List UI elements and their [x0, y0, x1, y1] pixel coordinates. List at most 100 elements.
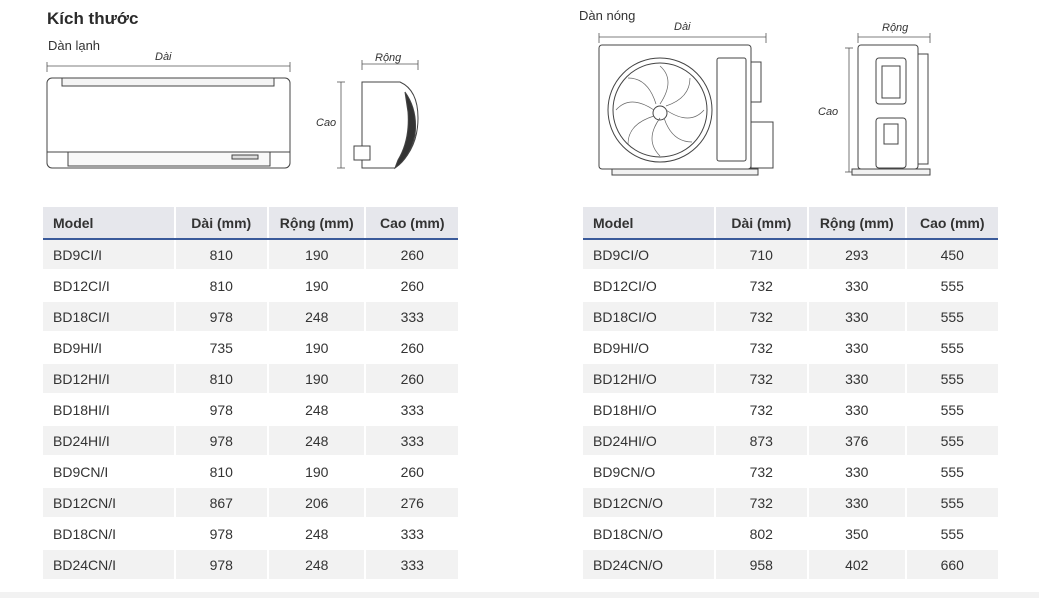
width-cell: 350: [807, 518, 906, 550]
header-length: Dài (mm): [173, 207, 268, 240]
height-cell: 333: [364, 301, 458, 333]
table-header-row: Model Dài (mm) Rộng (mm) Cao (mm): [583, 207, 998, 240]
model-cell: BD18CI/O: [583, 301, 715, 333]
table-row: BD24HI/I 978 248 333: [43, 425, 458, 457]
table-row: BD12CI/O 732 330 555: [583, 270, 998, 302]
height-cell: 555: [904, 518, 998, 550]
length-cell: 735: [173, 332, 268, 364]
table-row: BD18HI/I 978 248 333: [43, 394, 458, 426]
length-cell: 732: [713, 363, 809, 395]
footer-divider: [0, 592, 1039, 598]
table-row: BD18CN/O 802 350 555: [583, 518, 998, 550]
model-cell: BD18CI/I: [43, 301, 175, 333]
model-cell: BD24CN/O: [583, 549, 715, 581]
length-cell: 810: [173, 239, 268, 271]
height-cell: 333: [364, 425, 458, 457]
width-cell: 330: [807, 363, 906, 395]
length-cell: 978: [173, 549, 268, 581]
model-cell: BD18HI/I: [43, 394, 175, 426]
length-cell: 810: [173, 270, 268, 302]
width-cell: 190: [266, 456, 366, 488]
length-cell: 867: [173, 487, 268, 519]
model-cell: BD9HI/O: [583, 332, 715, 364]
height-cell: 450: [904, 239, 998, 271]
table-row: BD9CN/O 732 330 555: [583, 456, 998, 488]
header-width: Rộng (mm): [807, 207, 906, 240]
width-cell: 248: [266, 518, 366, 550]
model-cell: BD12CN/I: [43, 487, 175, 519]
height-cell: 333: [364, 549, 458, 581]
table-row: BD18HI/O 732 330 555: [583, 394, 998, 426]
model-cell: BD9CN/O: [583, 456, 715, 488]
length-cell: 732: [713, 456, 809, 488]
width-cell: 190: [266, 239, 366, 271]
model-cell: BD9HI/I: [43, 332, 175, 364]
table-row: BD18CN/I 978 248 333: [43, 518, 458, 550]
width-cell: 330: [807, 394, 906, 426]
width-cell: 248: [266, 425, 366, 457]
header-model: Model: [583, 207, 715, 240]
width-cell: 330: [807, 270, 906, 302]
height-cell: 333: [364, 518, 458, 550]
model-cell: BD9CI/O: [583, 239, 715, 271]
model-cell: BD24CN/I: [43, 549, 175, 581]
height-cell: 276: [364, 487, 458, 519]
width-cell: 206: [266, 487, 366, 519]
table-row: BD12CN/O 732 330 555: [583, 487, 998, 519]
indoor-dimensions-table: Model Dài (mm) Rộng (mm) Cao (mm) BD9CI/…: [43, 207, 458, 581]
height-cell: 260: [364, 332, 458, 364]
width-cell: 330: [807, 487, 906, 519]
length-cell: 978: [173, 301, 268, 333]
length-cell: 810: [173, 456, 268, 488]
length-cell: 802: [713, 518, 809, 550]
model-cell: BD12CN/O: [583, 487, 715, 519]
header-model: Model: [43, 207, 175, 240]
model-cell: BD18HI/O: [583, 394, 715, 426]
height-cell: 260: [364, 363, 458, 395]
width-cell: 248: [266, 394, 366, 426]
table-row: BD9CI/I 810 190 260: [43, 239, 458, 271]
height-cell: 555: [904, 487, 998, 519]
model-cell: BD12HI/O: [583, 363, 715, 395]
height-cell: 260: [364, 456, 458, 488]
height-cell: 555: [904, 394, 998, 426]
model-cell: BD18CN/O: [583, 518, 715, 550]
height-cell: 555: [904, 456, 998, 488]
table-header-row: Model Dài (mm) Rộng (mm) Cao (mm): [43, 207, 458, 240]
header-width: Rộng (mm): [266, 207, 366, 240]
table-row: BD9CN/I 810 190 260: [43, 456, 458, 488]
model-cell: BD18CN/I: [43, 518, 175, 550]
width-cell: 402: [807, 549, 906, 581]
model-cell: BD9CI/I: [43, 239, 175, 271]
table-row: BD24CN/O 958 402 660: [583, 549, 998, 581]
table-row: BD9HI/I 735 190 260: [43, 332, 458, 364]
height-cell: 555: [904, 425, 998, 457]
table-row: BD18CI/I 978 248 333: [43, 301, 458, 333]
length-cell: 873: [713, 425, 809, 457]
table-row: BD18CI/O 732 330 555: [583, 301, 998, 333]
width-cell: 190: [266, 363, 366, 395]
height-cell: 555: [904, 301, 998, 333]
model-cell: BD12CI/I: [43, 270, 175, 302]
length-cell: 978: [173, 425, 268, 457]
table-row: BD9HI/O 732 330 555: [583, 332, 998, 364]
table-row: BD9CI/O 710 293 450: [583, 239, 998, 271]
width-cell: 330: [807, 456, 906, 488]
table-row: BD12CI/I 810 190 260: [43, 270, 458, 302]
table-row: BD12HI/O 732 330 555: [583, 363, 998, 395]
length-cell: 978: [173, 518, 268, 550]
length-cell: 810: [173, 363, 268, 395]
length-cell: 958: [713, 549, 809, 581]
height-cell: 555: [904, 270, 998, 302]
header-height: Cao (mm): [904, 207, 998, 240]
header-length: Dài (mm): [713, 207, 809, 240]
width-cell: 330: [807, 301, 906, 333]
outdoor-dimensions-table: Model Dài (mm) Rộng (mm) Cao (mm) BD9CI/…: [583, 207, 998, 581]
height-cell: 260: [364, 270, 458, 302]
model-cell: BD9CN/I: [43, 456, 175, 488]
length-cell: 732: [713, 270, 809, 302]
length-cell: 978: [173, 394, 268, 426]
width-cell: 190: [266, 270, 366, 302]
length-cell: 732: [713, 487, 809, 519]
length-cell: 732: [713, 301, 809, 333]
